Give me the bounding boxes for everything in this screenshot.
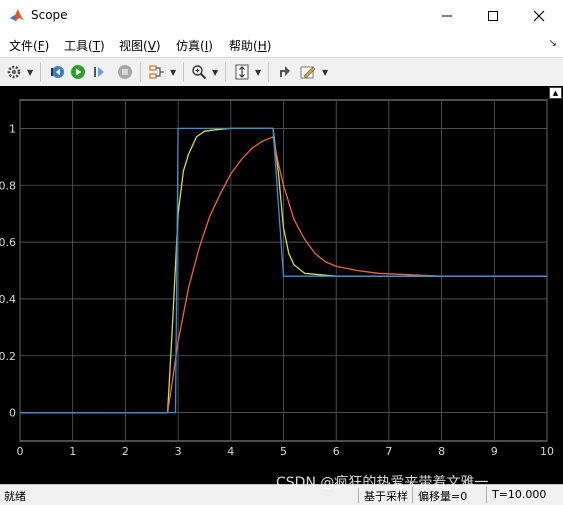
y-tick-label: 0.4 — [0, 293, 16, 306]
toolbar-separator — [140, 62, 141, 82]
stop-button[interactable] — [115, 62, 135, 82]
style-button[interactable] — [298, 62, 318, 82]
toolbar: ▼ ▼ ▼ ▼ ▼ — [0, 57, 563, 87]
settings-icon — [7, 65, 21, 79]
step-forward-button[interactable] — [90, 62, 110, 82]
y-axis-ticks: 0 0.2 0.4 0.6 0.8 1 — [0, 122, 16, 419]
title-bar: Scope — [0, 0, 563, 31]
menu-bar: 文件(F) 工具(T) 视图(V) 仿真(I) 帮助(H) — [0, 33, 563, 55]
style-dropdown-icon[interactable]: ▼ — [322, 68, 328, 77]
maximize-icon — [488, 10, 498, 21]
scope-plot[interactable]: 0 1 2 3 4 5 6 7 8 9 10 0 0.2 0.4 0.6 0.8 1 — [0, 86, 563, 484]
x-tick-label: 1 — [69, 445, 76, 458]
minimize-icon — [442, 15, 452, 16]
signal-select-button[interactable] — [147, 62, 167, 82]
watermark: CSDN @疯狂的热爱夹带着文雅一 — [276, 475, 489, 491]
stop-icon — [118, 65, 132, 79]
menu-help[interactable]: 帮助(H) — [229, 37, 271, 54]
status-ready: 就绪 — [4, 490, 26, 503]
toolbar-separator — [225, 62, 226, 82]
menu-simulation[interactable]: 仿真(I) — [176, 37, 213, 54]
matlab-logo-icon — [10, 9, 24, 21]
x-tick-label: 0 — [17, 445, 24, 458]
minimize-button[interactable] — [424, 0, 470, 31]
x-tick-label: 6 — [333, 445, 340, 458]
x-tick-label: 2 — [122, 445, 129, 458]
close-icon — [533, 10, 545, 21]
run-button[interactable] — [68, 62, 88, 82]
x-tick-label: 9 — [491, 445, 498, 458]
autoscale-button[interactable] — [232, 62, 252, 82]
y-tick-label: 1 — [9, 122, 16, 135]
step-back-icon — [51, 66, 64, 78]
run-icon — [71, 65, 85, 79]
x-tick-label: 3 — [175, 445, 182, 458]
x-tick-label: 8 — [438, 445, 445, 458]
menu-file[interactable]: 文件(F) — [9, 37, 49, 54]
zoom-dropdown-icon[interactable]: ▼ — [212, 68, 218, 77]
zoom-icon — [192, 65, 207, 80]
x-tick-label: 10 — [540, 445, 554, 458]
y-tick-label: 0.2 — [0, 350, 16, 363]
menu-collapse-arrow-icon[interactable]: ↘ — [549, 38, 557, 49]
signal-select-dropdown-icon[interactable]: ▼ — [170, 68, 176, 77]
menu-view[interactable]: 视图(V) — [119, 37, 161, 54]
step-back-button[interactable] — [47, 62, 67, 82]
settings-dropdown-icon[interactable]: ▼ — [27, 68, 33, 77]
maximize-button[interactable] — [470, 0, 516, 31]
triggers-icon — [280, 66, 290, 77]
menu-tools[interactable]: 工具(T) — [64, 37, 105, 54]
x-tick-label: 4 — [227, 445, 234, 458]
x-axis-ticks: 0 1 2 3 4 5 6 7 8 9 10 — [17, 445, 555, 458]
settings-button[interactable] — [4, 62, 24, 82]
y-tick-label: 0.8 — [0, 179, 16, 192]
close-button[interactable] — [516, 0, 562, 31]
triggers-button[interactable] — [275, 62, 295, 82]
toolbar-separator — [268, 62, 269, 82]
window-title: Scope — [31, 8, 68, 22]
x-tick-label: 7 — [385, 445, 392, 458]
autoscale-dropdown-icon[interactable]: ▼ — [255, 68, 261, 77]
step-forward-icon — [94, 67, 104, 77]
autoscale-icon — [235, 64, 249, 80]
toolbar-separator — [40, 62, 41, 82]
x-tick-label: 5 — [280, 445, 287, 458]
y-tick-label: 0.6 — [0, 236, 16, 249]
toolbar-separator — [183, 62, 184, 82]
y-tick-label: 0 — [9, 407, 16, 420]
signal-select-icon — [149, 65, 164, 79]
zoom-button[interactable] — [189, 62, 209, 82]
style-icon — [300, 66, 316, 79]
status-time: T=10.000 — [492, 488, 547, 501]
